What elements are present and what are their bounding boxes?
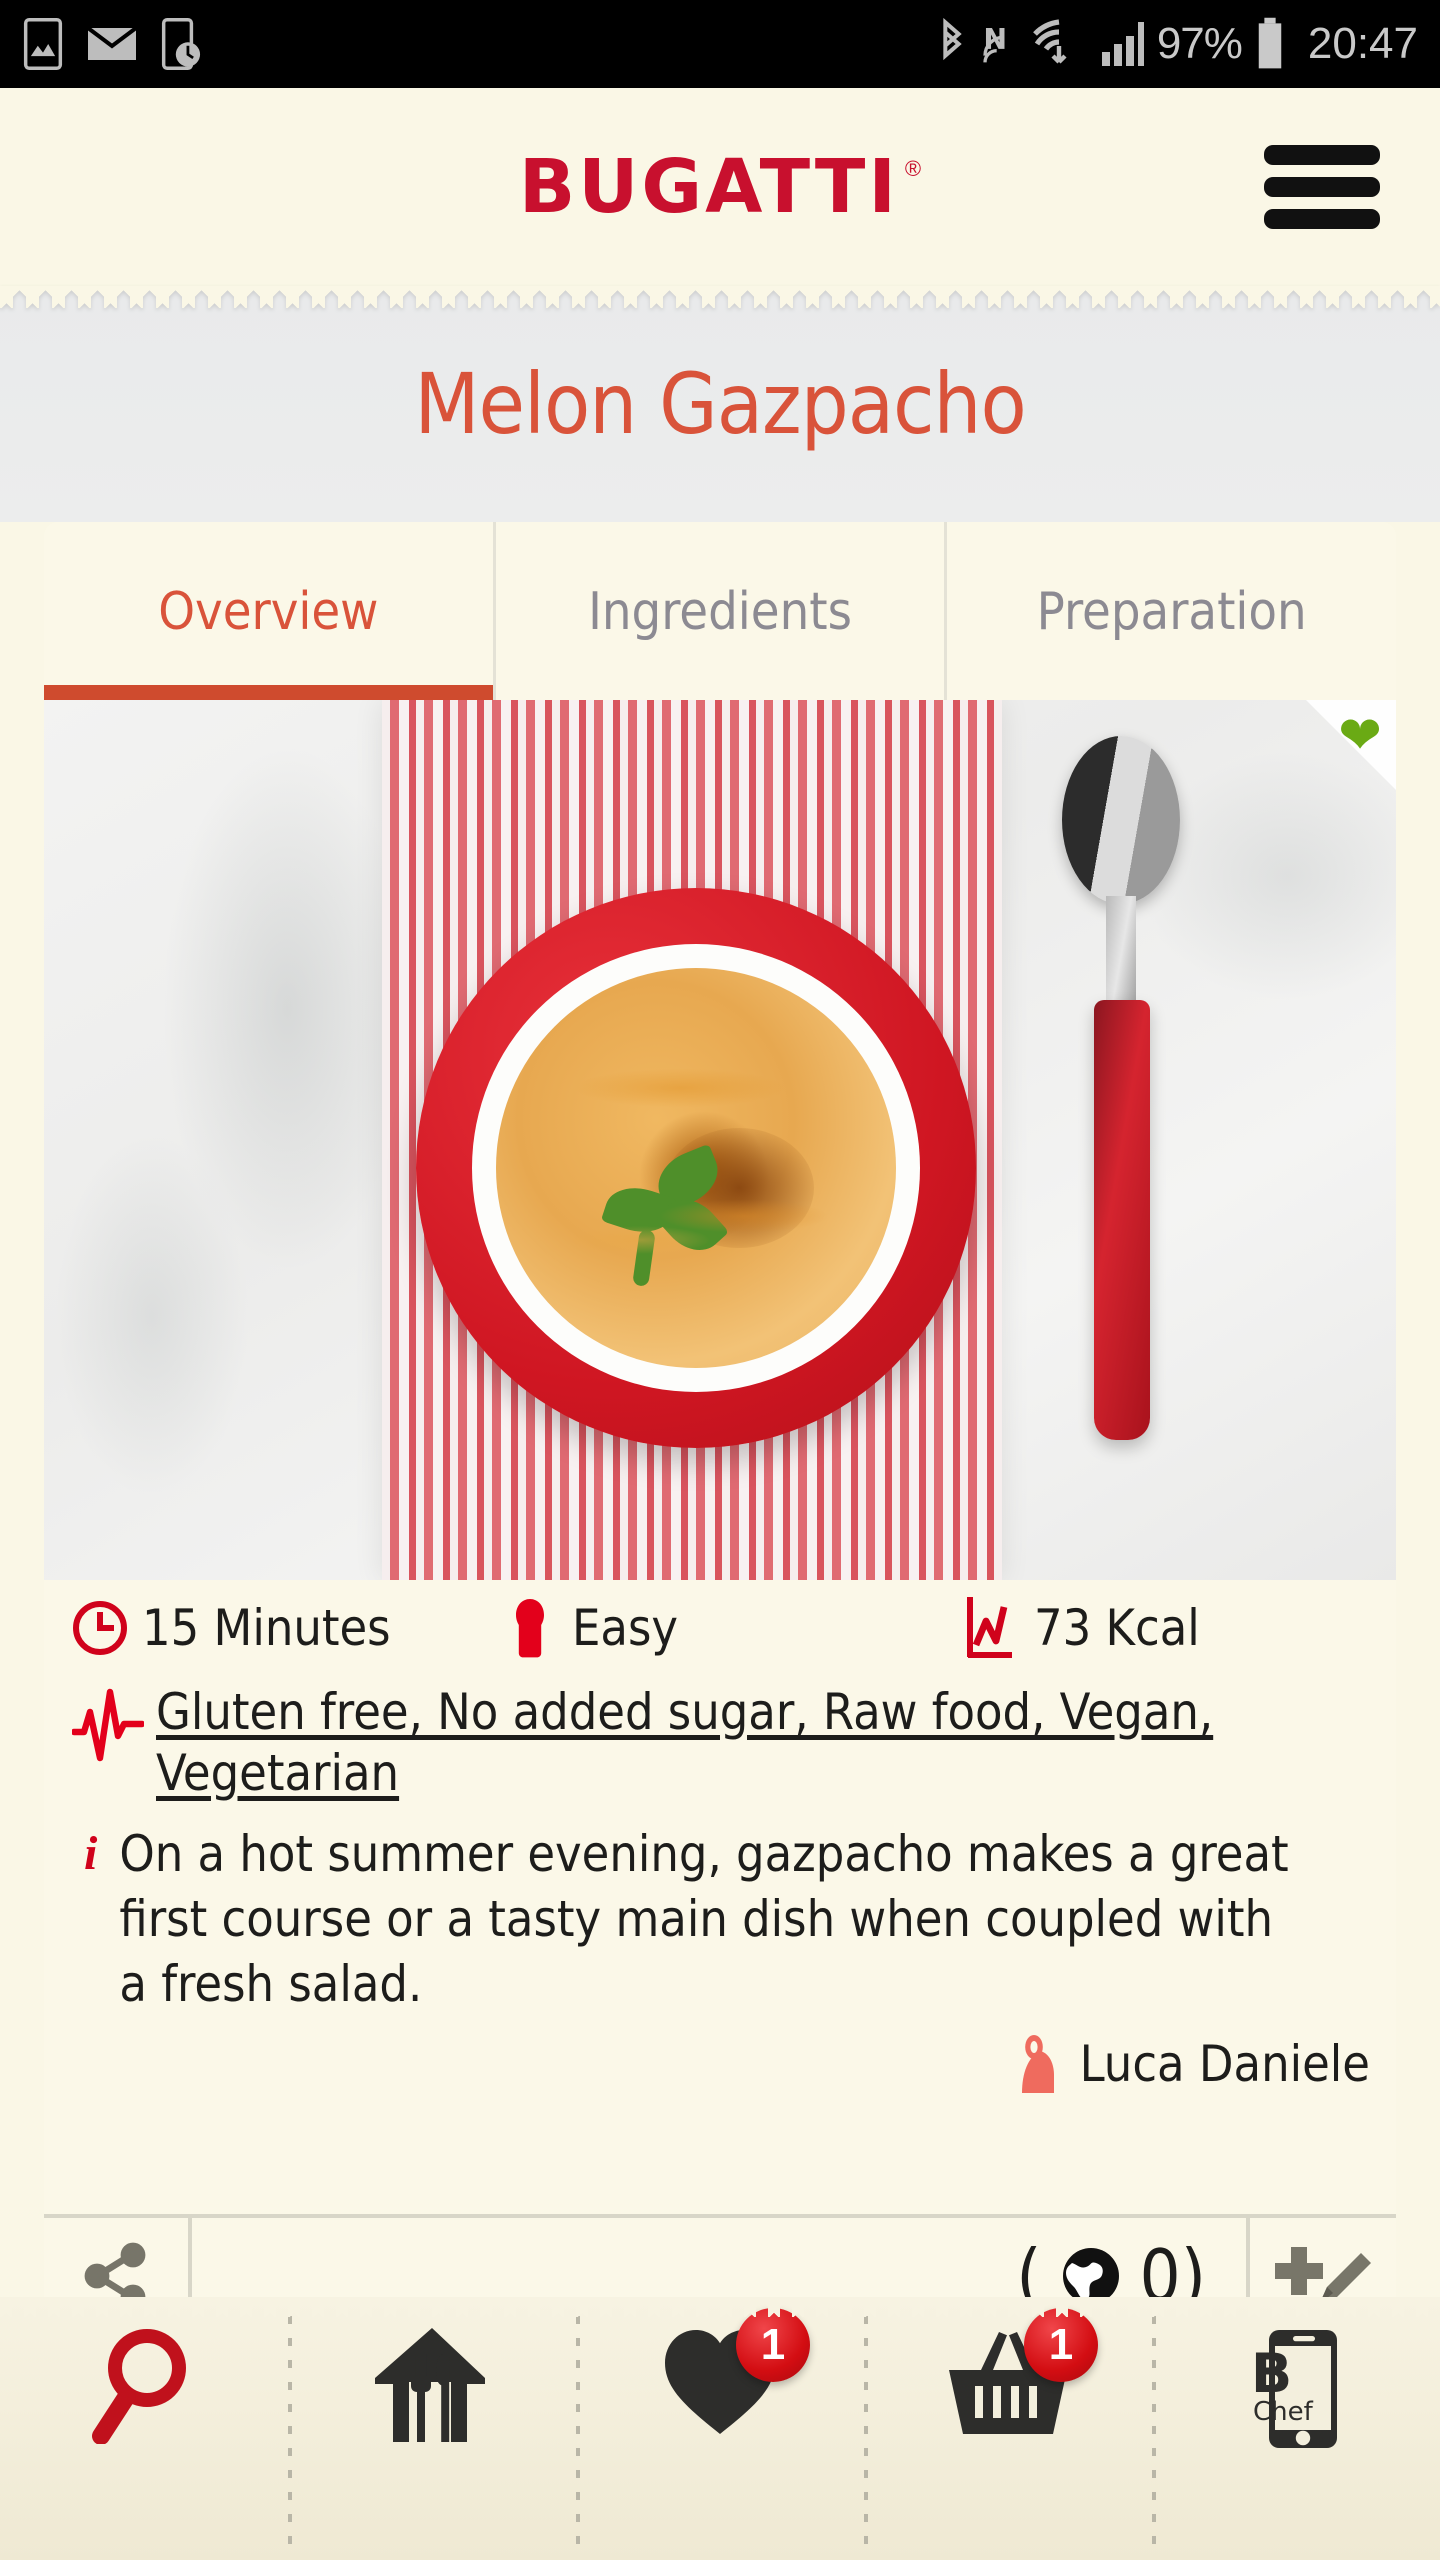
tab-ingredients[interactable]: Ingredients — [492, 522, 945, 702]
nav-item-favorites[interactable]: 1 — [576, 2298, 864, 2560]
bluetooth-icon — [937, 18, 967, 70]
meta-time: 15 Minutes — [72, 1599, 502, 1657]
brand-logo[interactable]: BUGATTI ® — [519, 150, 921, 224]
signal-icon — [1098, 18, 1144, 70]
recipe-description-text: On a hot summer evening, gazpacho makes … — [119, 1825, 1289, 2013]
photo-icon — [22, 18, 64, 70]
status-bar: N 97% 20:47 — [0, 0, 1440, 88]
torn-paper-edge-top — [0, 286, 1440, 308]
recipe-title-band: Melon Gazpacho — [0, 286, 1440, 522]
parsley-leaf — [654, 1187, 730, 1263]
recipe-author-row[interactable]: Luca Daniele — [44, 2017, 1396, 2095]
spoon-bowl — [1062, 736, 1180, 904]
app-header: BUGATTI ® — [0, 88, 1440, 286]
meta-difficulty-label: Easy — [572, 1599, 679, 1657]
recipe-info-card: 15 Minutes Easy 73 Kcal Gluten free, No … — [44, 1580, 1396, 2250]
meta-calories: 73 Kcal — [962, 1595, 1200, 1661]
hamburger-bar — [1264, 209, 1380, 229]
nav-item-search[interactable] — [0, 2298, 288, 2560]
home-restaurant-icon — [373, 2326, 491, 2444]
email-icon — [86, 24, 138, 64]
spice-sprinkle — [664, 1128, 814, 1248]
meta-difficulty: Easy — [502, 1597, 962, 1659]
calorie-chart-icon — [962, 1595, 1020, 1661]
parsley-leaf — [649, 1143, 727, 1213]
spoon-handle — [1094, 1000, 1150, 1440]
heart-icon[interactable]: ❤ — [1338, 710, 1382, 762]
tab-overview-label: Overview — [158, 582, 379, 642]
tab-ingredients-label: Ingredients — [588, 582, 852, 642]
meta-time-label: 15 Minutes — [142, 1599, 391, 1657]
diet-tags-row[interactable]: Gluten free, No added sugar, Raw food, V… — [44, 1676, 1396, 1804]
recipe-meta-row: 15 Minutes Easy 73 Kcal — [44, 1580, 1396, 1676]
recipe-hero-image[interactable]: ❤ — [44, 700, 1396, 1580]
recipe-author-name: Luca Daniele — [1079, 2035, 1370, 2093]
battery-percent: 97% — [1156, 19, 1243, 68]
tab-preparation-label: Preparation — [1036, 582, 1307, 642]
info-icon: i — [84, 1827, 98, 1880]
status-bar-right-icons: N 97% 20:47 — [937, 17, 1418, 71]
clock-icon — [72, 1600, 128, 1656]
page-title: Melon Gazpacho — [414, 355, 1026, 453]
search-icon — [91, 2326, 197, 2444]
recipe-description-row: i On a hot summer evening, gazpacho make… — [44, 1804, 1396, 2017]
hamburger-bar — [1264, 177, 1380, 197]
diet-tags-label: Gluten free, No added sugar, Raw food, V… — [156, 1683, 1214, 1802]
chef-avatar-icon — [1014, 2033, 1066, 2095]
favorites-badge: 1 — [736, 2308, 810, 2382]
tab-overview[interactable]: Overview — [44, 522, 493, 702]
hamburger-bar — [1264, 145, 1380, 165]
bottom-navigation-bar: Home 1 1 BChef — [0, 2297, 1440, 2560]
nav-item-bchef[interactable]: B Chef — [1152, 2298, 1440, 2560]
parsley-leaf — [600, 1178, 678, 1242]
heartbeat-icon — [72, 1682, 144, 1762]
nav-item-home[interactable]: Home — [288, 2298, 576, 2560]
gazpacho-soup — [496, 968, 896, 1368]
battery-icon — [1255, 17, 1285, 71]
parsley-stem — [632, 1229, 656, 1287]
svg-text:Chef: Chef — [1253, 2397, 1314, 2427]
spoon-neck — [1106, 896, 1136, 1016]
parsley-garnish — [600, 1143, 760, 1287]
status-bar-left-icons — [22, 18, 202, 70]
device-clock-icon — [160, 18, 202, 70]
torn-paper-edge-bottom — [0, 2297, 1440, 2317]
chef-hat-icon — [502, 1597, 558, 1659]
nav-item-basket[interactable]: 1 — [864, 2298, 1152, 2560]
basket-badge: 1 — [1024, 2308, 1098, 2382]
svg-text:B: B — [1251, 2342, 1292, 2405]
brand-logo-text: BUGATTI — [518, 144, 899, 230]
bchef-phone-icon: B Chef — [1241, 2326, 1351, 2452]
registered-trademark-icon: ® — [904, 156, 922, 181]
nfc-icon: N — [980, 18, 1020, 70]
meta-calories-label: 73 Kcal — [1034, 1599, 1200, 1657]
bowl-inner-rim — [472, 944, 920, 1392]
wifi-icon — [1032, 18, 1085, 70]
status-bar-clock: 20:47 — [1307, 19, 1418, 68]
red-bowl — [416, 888, 976, 1448]
tab-preparation[interactable]: Preparation — [944, 522, 1397, 702]
recipe-tabs: Overview Ingredients Preparation — [44, 522, 1397, 702]
hamburger-menu-icon[interactable] — [1264, 145, 1380, 229]
app-root: N 97% 20:47 BUGATTI ® Melon Gazpacho Ove… — [0, 0, 1440, 2560]
